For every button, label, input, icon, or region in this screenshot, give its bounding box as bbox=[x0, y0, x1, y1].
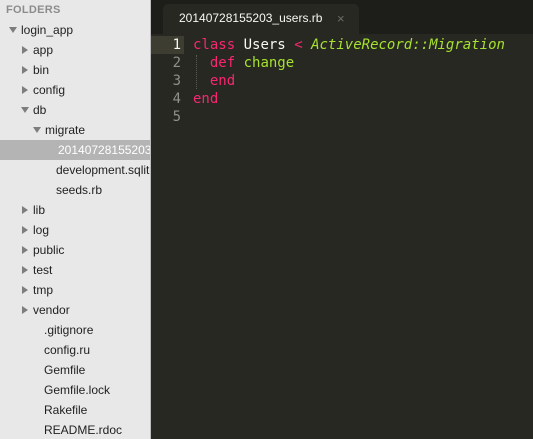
tree-item-label: bin bbox=[33, 63, 50, 77]
superclass: ActiveRecord::Migration bbox=[311, 37, 505, 53]
class-name: Users bbox=[243, 37, 286, 53]
tree-item-label: development.sqlite3 bbox=[56, 163, 150, 177]
code-line: def change bbox=[193, 54, 505, 72]
editor-pane[interactable]: 20140728155203_users.rb × 1 2 3 4 5 clas… bbox=[151, 0, 533, 439]
disclosure-closed-icon[interactable] bbox=[20, 240, 30, 260]
folder-item[interactable]: db bbox=[0, 100, 150, 120]
tree-item-label: vendor bbox=[33, 303, 70, 317]
file-item[interactable]: README.rdoc bbox=[0, 420, 150, 439]
tree-item-label: app bbox=[33, 43, 54, 57]
folder-item[interactable]: log bbox=[0, 220, 150, 240]
disclosure-open-icon[interactable] bbox=[32, 120, 42, 140]
folder-tree: login_appapp bin config db migrate 2014072815… bbox=[0, 20, 150, 439]
file-item[interactable]: Gemfile.lock bbox=[0, 380, 150, 400]
close-icon[interactable]: × bbox=[337, 11, 345, 27]
tree-item-label: db bbox=[33, 103, 47, 117]
folder-item[interactable]: tmp bbox=[0, 280, 150, 300]
folder-item[interactable]: vendor bbox=[0, 300, 150, 320]
tree-item-label: public bbox=[33, 243, 65, 257]
disclosure-closed-icon[interactable] bbox=[20, 220, 30, 240]
line-number: 3 bbox=[172, 73, 181, 89]
folder-item[interactable]: public bbox=[0, 240, 150, 260]
file-item[interactable]: seeds.rb bbox=[0, 180, 150, 200]
folder-item[interactable]: test bbox=[0, 260, 150, 280]
tree-item-label: config.ru bbox=[44, 343, 91, 357]
disclosure-closed-icon[interactable] bbox=[20, 280, 30, 300]
tree-item-label: Gemfile bbox=[44, 363, 86, 377]
disclosure-open-icon[interactable] bbox=[8, 20, 18, 40]
disclosure-closed-icon[interactable] bbox=[20, 300, 30, 320]
tree-item-label: tmp bbox=[33, 283, 54, 297]
inherit-operator: < bbox=[294, 37, 303, 53]
folder-item[interactable]: config bbox=[0, 80, 150, 100]
tree-item-label: login_app bbox=[21, 23, 74, 37]
keyword: end bbox=[209, 73, 236, 89]
disclosure-open-icon[interactable] bbox=[20, 100, 30, 120]
tree-item-label: seeds.rb bbox=[56, 183, 103, 197]
disclosure-closed-icon[interactable] bbox=[20, 40, 30, 60]
disclosure-closed-icon[interactable] bbox=[20, 80, 30, 100]
sidebar: FOLDERS login_appapp bin config db migrate 20… bbox=[0, 0, 151, 439]
folder-item[interactable]: login_app bbox=[0, 20, 150, 40]
file-item[interactable]: Rakefile bbox=[0, 400, 150, 420]
folder-item[interactable]: migrate bbox=[0, 120, 150, 140]
tree-item-label: 20140728155203 bbox=[58, 143, 150, 157]
folder-item[interactable]: app bbox=[0, 40, 150, 60]
disclosure-closed-icon[interactable] bbox=[20, 200, 30, 220]
code-line: class Users < ActiveRecord::Migration bbox=[193, 36, 505, 54]
file-item[interactable]: development.sqlite3 bbox=[0, 160, 150, 180]
code-line: end bbox=[193, 72, 505, 90]
file-item[interactable]: config.ru bbox=[0, 340, 150, 360]
file-tab[interactable]: 20140728155203_users.rb × bbox=[163, 4, 359, 34]
disclosure-closed-icon[interactable] bbox=[20, 260, 30, 280]
keyword: end bbox=[193, 91, 219, 107]
folder-item[interactable]: lib bbox=[0, 200, 150, 220]
keyword: def bbox=[209, 55, 236, 71]
disclosure-closed-icon[interactable] bbox=[20, 60, 30, 80]
tab-label: 20140728155203_users.rb bbox=[179, 11, 323, 25]
folders-header: FOLDERS bbox=[6, 4, 61, 16]
line-number: 4 bbox=[172, 91, 181, 107]
tree-item-label: Rakefile bbox=[44, 403, 88, 417]
method-name: change bbox=[243, 55, 295, 71]
keyword: class bbox=[193, 37, 236, 53]
line-number: 5 bbox=[172, 109, 181, 125]
tree-item-label: config bbox=[33, 83, 66, 97]
tab-bar: 20140728155203_users.rb × bbox=[151, 0, 533, 34]
tree-item-label: test bbox=[33, 263, 53, 277]
editor-window: FOLDERS login_appapp bin config db migrate 20… bbox=[0, 0, 533, 439]
tree-item-label: migrate bbox=[45, 123, 86, 137]
file-item[interactable]: Gemfile bbox=[0, 360, 150, 380]
file-item[interactable]: 20140728155203 bbox=[0, 140, 150, 160]
tree-item-label: README.rdoc bbox=[44, 423, 123, 437]
code-area[interactable]: class Users < ActiveRecord::Migration de… bbox=[193, 36, 505, 126]
line-number-gutter: 1 2 3 4 5 bbox=[151, 36, 181, 126]
tree-item-label: .gitignore bbox=[44, 323, 94, 337]
code-line: end bbox=[193, 90, 505, 108]
line-number: 1 bbox=[172, 37, 181, 53]
line-number: 2 bbox=[172, 55, 181, 71]
tree-item-label: lib bbox=[33, 203, 46, 217]
tree-item-label: Gemfile.lock bbox=[44, 383, 111, 397]
folder-item[interactable]: bin bbox=[0, 60, 150, 80]
tree-item-label: log bbox=[33, 223, 50, 237]
file-item[interactable]: .gitignore bbox=[0, 320, 150, 340]
